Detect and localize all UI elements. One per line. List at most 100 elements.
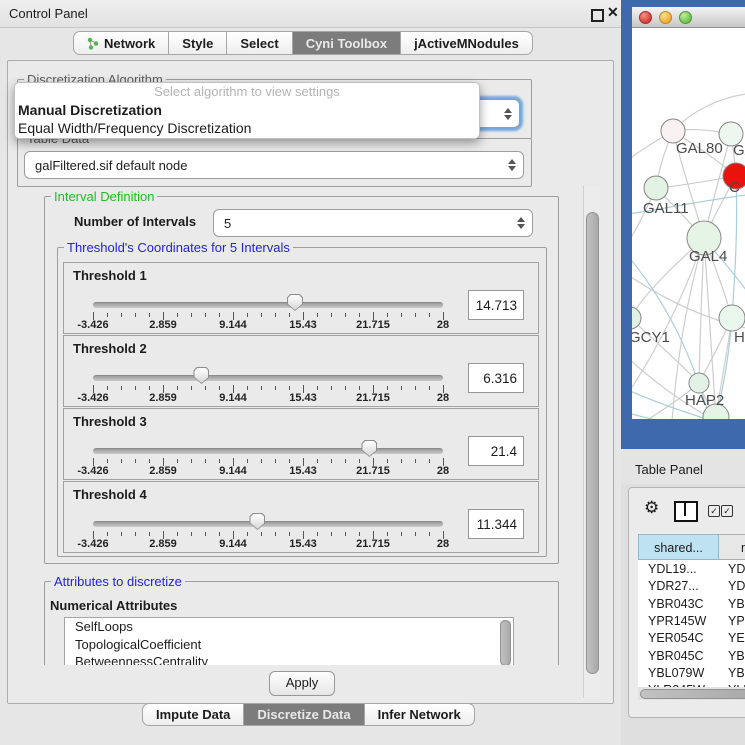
network-icon <box>87 37 99 50</box>
table-row[interactable]: YER054CYER0 <box>638 630 745 647</box>
numerical-attributes-list[interactable]: SelfLoopsTopologicalCoefficientBetweenne… <box>64 617 514 665</box>
tick <box>121 313 122 317</box>
network-node[interactable] <box>719 305 745 331</box>
tick <box>317 532 318 536</box>
threshold-slider[interactable] <box>93 375 443 381</box>
tick-label: 9.144 <box>219 538 247 550</box>
tick <box>121 532 122 536</box>
network-node[interactable] <box>632 307 641 329</box>
scrollbar-thumb[interactable] <box>500 620 511 665</box>
threshold-value-field[interactable]: 14.713 <box>468 290 524 320</box>
checkbox-icon[interactable]: ✓ <box>721 505 733 517</box>
slider-handle[interactable] <box>193 367 209 384</box>
main-scrollbar-thumb[interactable] <box>586 212 599 674</box>
network-node[interactable] <box>644 176 668 200</box>
tick-label: 15.43 <box>289 319 317 331</box>
tick <box>107 532 108 536</box>
tick-label: 28 <box>437 392 449 404</box>
threshold-box: Threshold 2 -3.4262.8599.14415.4321.7152… <box>63 335 539 407</box>
tab-impute-data[interactable]: Impute Data <box>142 703 244 726</box>
num-intervals-combobox[interactable]: 5 <box>213 209 533 237</box>
attribute-item[interactable]: TopologicalCoefficient <box>65 636 513 654</box>
gear-icon[interactable]: ⚙ <box>644 498 659 518</box>
control-panel-titlebar: Control Panel ✕ <box>0 0 621 28</box>
network-node[interactable] <box>689 373 709 393</box>
tick-label: 21.715 <box>356 538 390 550</box>
close-traffic-light-icon[interactable] <box>639 11 652 24</box>
top-tab-bar: NetworkStyleSelectCyni ToolboxjActiveMNo… <box>73 31 533 55</box>
zoom-traffic-light-icon[interactable] <box>679 11 692 24</box>
slider-tick-labels: -3.4262.8599.14415.4321.71528 <box>93 465 443 477</box>
slider-tick-labels: -3.4262.8599.14415.4321.71528 <box>93 319 443 331</box>
apply-button[interactable]: Apply <box>269 671 335 696</box>
minimize-traffic-light-icon[interactable] <box>659 11 672 24</box>
network-edge-highlighted[interactable] <box>632 413 672 419</box>
dropdown-item[interactable]: Manual Discretization <box>15 101 479 119</box>
attribute-item[interactable]: SelfLoops <box>65 618 513 636</box>
table-row[interactable]: YPR145WYPR1 <box>638 613 745 630</box>
threshold-value-field[interactable]: 21.4 <box>468 436 524 466</box>
table-row[interactable]: YDR27...YDR2 <box>638 578 745 595</box>
tab-infer-network[interactable]: Infer Network <box>365 703 475 726</box>
threshold-slider[interactable] <box>93 521 443 527</box>
tab-jactivemnodules[interactable]: jActiveMNodules <box>401 31 533 55</box>
dropdown-item[interactable]: Equal Width/Frequency Discretization <box>15 119 479 137</box>
threshold-value-field[interactable]: 11.344 <box>468 509 524 539</box>
network-canvas[interactable]: GAL80GACGAL11GAL4GCY1HHAP2 <box>632 28 745 419</box>
column-header-name[interactable]: na <box>719 534 745 560</box>
slider-tick-labels: -3.4262.8599.14415.4321.71528 <box>93 538 443 550</box>
threshold-slider[interactable] <box>93 448 443 454</box>
tick-label: 21.715 <box>356 319 390 331</box>
tab-style[interactable]: Style <box>169 31 227 55</box>
tick <box>149 532 150 536</box>
attributes-scrollbar[interactable] <box>500 620 511 665</box>
threshold-box: Threshold 1 -3.4262.8599.14415.4321.7152… <box>63 262 539 334</box>
tick <box>289 532 290 536</box>
tab-discretize-data[interactable]: Discretize Data <box>244 703 364 726</box>
network-edge[interactable] <box>632 318 699 383</box>
table-data-combobox-value: galFiltered.sif default node <box>25 158 505 173</box>
table-panel-title: Table Panel <box>635 462 703 477</box>
control-panel: Control Panel ✕ NetworkStyleSelectCyni T… <box>0 0 621 745</box>
tick <box>149 459 150 463</box>
network-view-window: GAL80GACGAL11GAL4GCY1HHAP2 <box>621 0 745 449</box>
tick <box>275 532 276 536</box>
tick <box>107 386 108 390</box>
table-row[interactable]: YBR043CYBR0 <box>638 596 745 613</box>
tick-label: 9.144 <box>219 392 247 404</box>
table-row[interactable]: YBL079WYBL0 <box>638 665 745 682</box>
checkbox-icon[interactable]: ✓ <box>708 505 720 517</box>
close-icon[interactable]: ✕ <box>607 4 619 21</box>
tick <box>331 386 332 390</box>
attribute-item[interactable]: BetweennessCentrality <box>65 653 513 665</box>
tab-network[interactable]: Network <box>73 31 169 55</box>
table-row[interactable]: YBR045CYBR0 <box>638 648 745 665</box>
tab-select[interactable]: Select <box>227 31 292 55</box>
tick <box>121 386 122 390</box>
slider-handle[interactable] <box>249 513 265 530</box>
tick <box>261 532 262 536</box>
tick <box>219 386 220 390</box>
main-scrollbar[interactable] <box>583 186 600 698</box>
table-row[interactable]: YDL19...YDL1 <box>638 561 745 578</box>
slider-handle[interactable] <box>287 294 303 311</box>
cell-name: YPR1 <box>728 613 745 630</box>
tick-label: 15.43 <box>289 538 317 550</box>
column-header-shared[interactable]: shared... <box>638 534 719 560</box>
scrollbar-thumb[interactable] <box>640 689 745 699</box>
tick <box>247 459 248 463</box>
table-data-combobox[interactable]: galFiltered.sif default node <box>24 151 524 179</box>
tab-cyni-toolbox[interactable]: Cyni Toolbox <box>293 31 401 55</box>
split-view-icon[interactable] <box>674 501 698 522</box>
numerical-attributes-label: Numerical Attributes <box>50 598 177 613</box>
slider-handle[interactable] <box>361 440 377 457</box>
float-window-icon[interactable] <box>591 9 604 22</box>
threshold-slider[interactable] <box>93 302 443 308</box>
tick <box>415 459 416 463</box>
cell-name: YDR2 <box>728 578 745 595</box>
tick <box>135 459 136 463</box>
tick-label: 9.144 <box>219 465 247 477</box>
threshold-value-field[interactable]: 6.316 <box>468 363 524 393</box>
table-horizontal-scrollbar[interactable] <box>638 687 745 700</box>
tick <box>261 459 262 463</box>
